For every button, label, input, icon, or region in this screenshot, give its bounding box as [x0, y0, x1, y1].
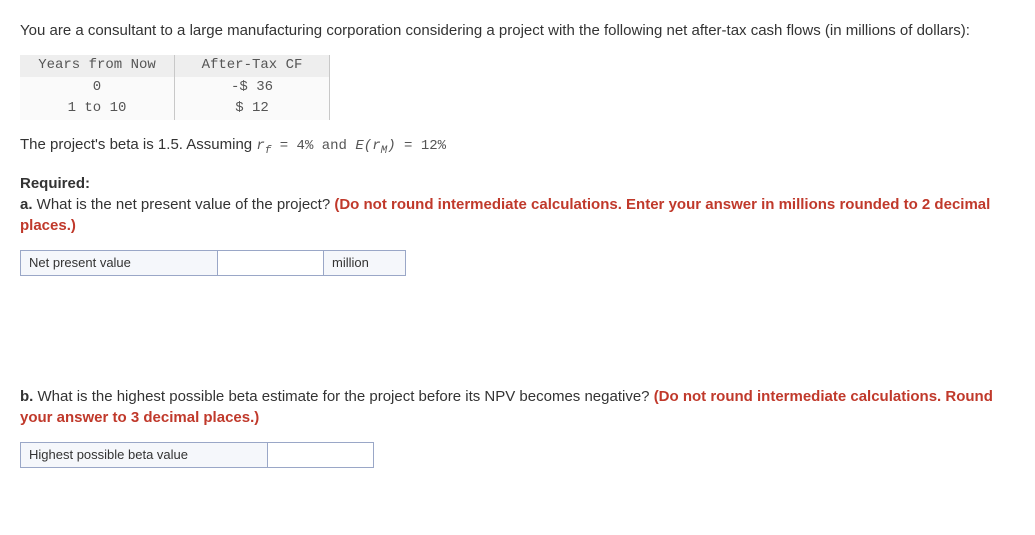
assumptions-line: The project's beta is 1.5. Assuming rf =…	[20, 134, 1020, 159]
answer-a-unit: million	[324, 250, 406, 276]
erm-equals: = 12%	[404, 138, 446, 154]
erm-close: )	[387, 138, 395, 154]
intro-text: You are a consultant to a large manufact…	[20, 20, 1020, 41]
erm-symbol: E(rM)	[355, 138, 404, 154]
part-b: b. What is the highest possible beta est…	[20, 386, 1020, 428]
spacer	[20, 276, 1020, 386]
table-row: 0 -$ 36	[20, 77, 330, 99]
cell-years-0: 0	[20, 77, 175, 99]
part-b-label: b.	[20, 388, 33, 405]
part-b-question: What is the highest possible beta estima…	[33, 388, 653, 405]
rf-r: r	[256, 138, 264, 154]
answer-b-row: Highest possible beta value	[20, 442, 1020, 468]
cell-cf-1: $ 12	[175, 98, 330, 120]
cashflow-table: Years from Now After-Tax CF 0 -$ 36 1 to…	[20, 55, 330, 120]
th-cf: After-Tax CF	[175, 55, 330, 77]
answer-a-label: Net present value	[20, 250, 218, 276]
table-header-row: Years from Now After-Tax CF	[20, 55, 330, 77]
answer-b-label: Highest possible beta value	[20, 442, 268, 468]
erm-open: E(	[355, 138, 372, 154]
rf-sub: f	[265, 145, 272, 157]
cell-years-1: 1 to 10	[20, 98, 175, 120]
rf-equals: = 4% and	[280, 138, 356, 154]
part-a-label: a.	[20, 196, 33, 213]
assumption-pre: The project's beta is 1.5. Assuming	[20, 136, 256, 153]
answer-a-row: Net present value million	[20, 250, 1020, 276]
answer-a-input[interactable]	[218, 250, 324, 276]
table-row: 1 to 10 $ 12	[20, 98, 330, 120]
cell-cf-0: -$ 36	[175, 77, 330, 99]
part-a: a. What is the net present value of the …	[20, 194, 1020, 236]
answer-b-input[interactable]	[268, 442, 374, 468]
rf-symbol: rf	[256, 138, 279, 154]
th-years: Years from Now	[20, 55, 175, 77]
required-heading: Required:	[20, 173, 1020, 194]
erm-r: r	[372, 138, 380, 154]
part-a-question: What is the net present value of the pro…	[33, 196, 335, 213]
